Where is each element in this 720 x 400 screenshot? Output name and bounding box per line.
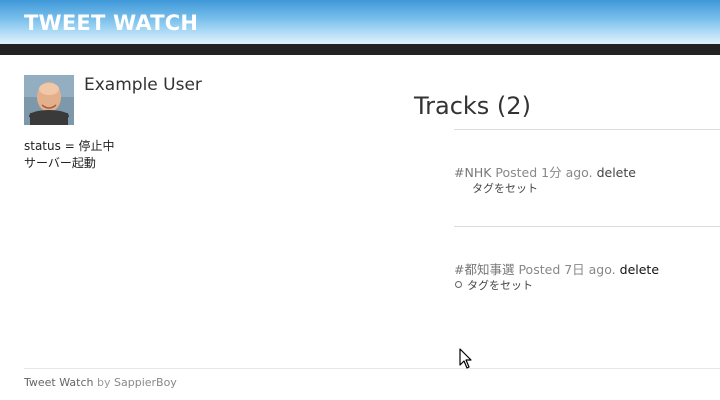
track-item-tochijisen: #都知事選 Posted 7日 ago. delete bbox=[454, 259, 659, 278]
track-tag: #NHK bbox=[454, 165, 492, 180]
avatar[interactable] bbox=[24, 75, 74, 125]
user-name: Example User bbox=[84, 75, 202, 95]
track-delete-link[interactable]: delete bbox=[597, 165, 636, 180]
footer-divider bbox=[24, 368, 720, 369]
track-posted-time: Posted 1分 ago. bbox=[495, 165, 593, 180]
avatar-image bbox=[24, 75, 74, 125]
footer-author-link[interactable]: SappierBoy bbox=[114, 376, 177, 389]
header-bar bbox=[0, 44, 720, 55]
app-title[interactable]: TWEET WATCH bbox=[24, 11, 198, 35]
set-tag-option[interactable]: タグをセット bbox=[455, 277, 533, 293]
divider bbox=[454, 129, 720, 130]
footer: Tweet Watch by SappierBoy bbox=[24, 376, 177, 389]
server-start-link[interactable]: サーバー起動 bbox=[24, 154, 96, 171]
track-delete-link[interactable]: delete bbox=[620, 262, 659, 277]
track-posted-time: Posted 7日 ago. bbox=[518, 262, 616, 277]
app-header: TWEET WATCH bbox=[0, 0, 720, 55]
track-item-nhk: #NHK Posted 1分 ago. delete bbox=[454, 162, 636, 181]
radio-button-icon[interactable] bbox=[455, 281, 462, 288]
mouse-cursor-icon bbox=[459, 348, 472, 369]
footer-app-name[interactable]: Tweet Watch bbox=[24, 376, 94, 389]
divider bbox=[454, 226, 720, 227]
track-tag: #都知事選 bbox=[454, 262, 515, 277]
set-tag-label: タグをセット bbox=[467, 279, 533, 292]
status-text: status = 停止中 bbox=[24, 139, 115, 153]
tracks-heading: Tracks (2) bbox=[414, 92, 531, 120]
set-tag-link[interactable]: タグをセット bbox=[472, 180, 538, 196]
footer-by: by bbox=[97, 376, 111, 389]
